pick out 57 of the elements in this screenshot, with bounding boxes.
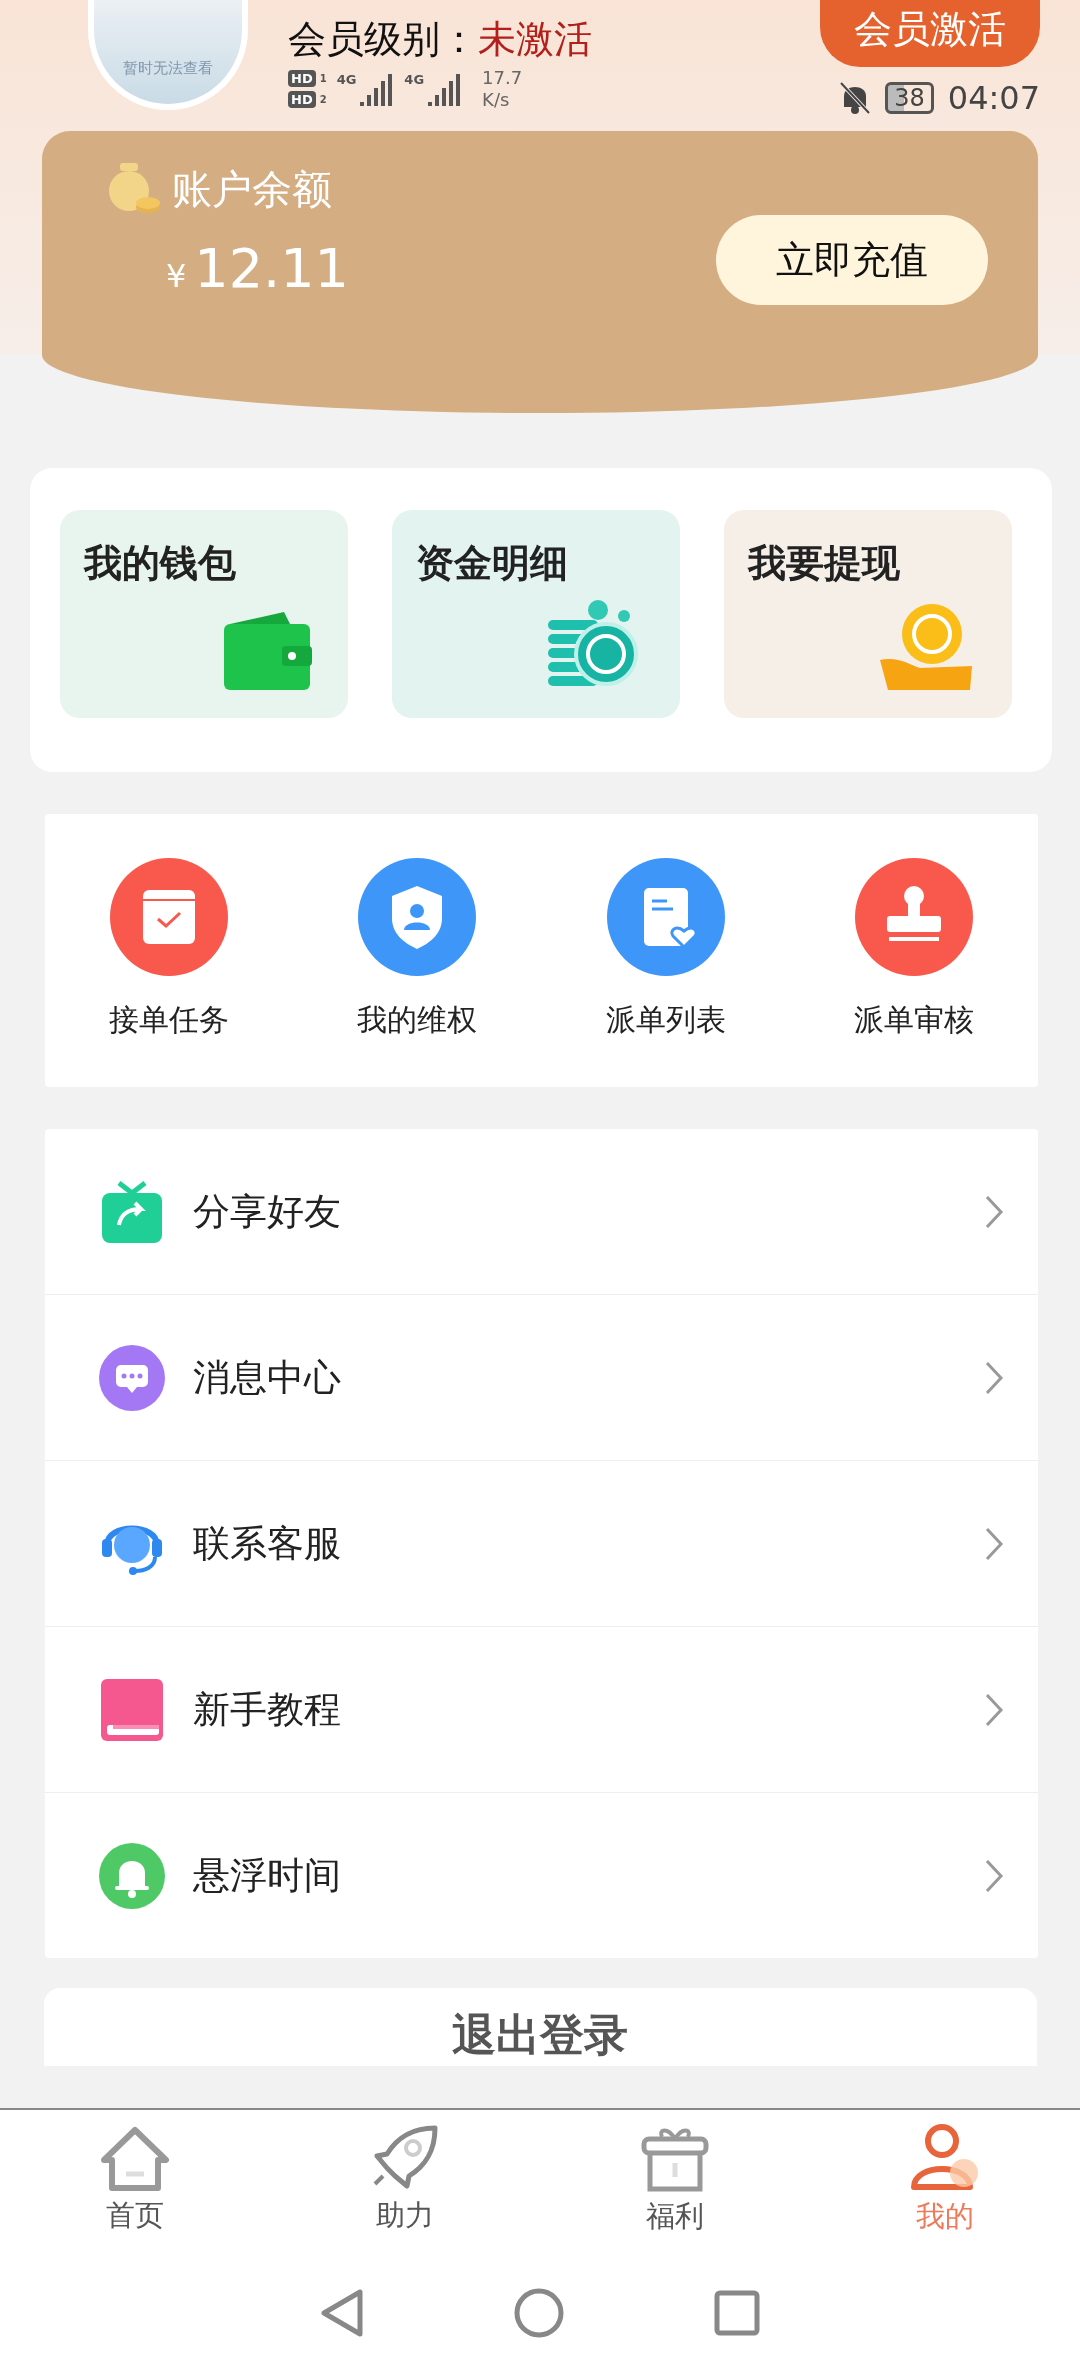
book-icon (99, 1676, 165, 1743)
bell-off-icon (839, 81, 872, 115)
avatar-caption: 暂时无法查看 (123, 59, 213, 78)
wallet-icon (224, 610, 312, 692)
network-type: 4G (404, 72, 425, 87)
back-icon[interactable] (320, 2288, 364, 2338)
service-label[interactable]: 派单列表 (605, 1000, 726, 1041)
tile-label: 资金明细 (416, 541, 568, 585)
chevron-right-icon (984, 1691, 1004, 1728)
recharge-button[interactable]: 立即充值 (716, 215, 988, 305)
chevron-right-icon (984, 1193, 1004, 1230)
user-icon (910, 2123, 980, 2193)
network-speed: 17.7 (482, 67, 523, 89)
home-icon (98, 2124, 172, 2192)
recents-icon[interactable] (714, 2290, 760, 2336)
hd-badge: HD (288, 70, 316, 87)
service-label[interactable]: 派单审核 (853, 1000, 974, 1041)
clock: 04:07 (947, 79, 1040, 117)
hd-badge: HD (288, 91, 316, 108)
currency-sign: ¥ (166, 257, 187, 295)
bell-icon (99, 1842, 165, 1909)
tile-label: 我要提现 (748, 541, 900, 585)
sim-slot: 1 (319, 73, 327, 84)
tile-label: 我的钱包 (84, 541, 236, 585)
balance-amount: 12.11 (194, 237, 349, 300)
menu-item[interactable]: 分享好友 (193, 1186, 956, 1237)
signal-icon (428, 72, 463, 106)
balance-title: 账户余额 (172, 164, 332, 214)
nav-tab[interactable]: 首页 (0, 2110, 270, 2250)
logout-button[interactable]: 退出登录 (43, 1988, 1037, 2066)
nav-tab[interactable]: 助力 (270, 2110, 540, 2250)
battery-level: 38 (885, 82, 934, 114)
chat-bubble-icon (99, 1344, 165, 1411)
member-level: 会员级别：未激活 (288, 16, 592, 63)
menu-item[interactable]: 联系客服 (193, 1518, 956, 1569)
wallet-tile[interactable]: 我要提现 (724, 510, 1012, 718)
menu-item[interactable]: 消息中心 (193, 1352, 956, 1403)
home-circle-icon[interactable] (514, 2288, 564, 2338)
chevron-right-icon (984, 1359, 1004, 1396)
shield-user-icon (358, 858, 477, 976)
nav-tab[interactable]: 福利 (540, 2110, 810, 2250)
menu-item[interactable]: 新手教程 (193, 1684, 956, 1735)
stamp-icon (854, 858, 973, 976)
service-label[interactable]: 接单任务 (109, 1000, 230, 1041)
rocket-icon (371, 2124, 439, 2192)
wallet-tile[interactable]: 资金明细 (392, 510, 680, 718)
sim-slot: 2 (319, 94, 327, 105)
chevron-right-icon (984, 1857, 1004, 1894)
signal-icon (360, 72, 395, 106)
calendar-check-icon (110, 858, 229, 976)
menu-item[interactable]: 悬浮时间 (193, 1850, 956, 1901)
chevron-right-icon (984, 1525, 1004, 1562)
wallet-tile[interactable]: 我的钱包 (60, 510, 348, 718)
service-label[interactable]: 我的维权 (357, 1000, 478, 1041)
speed-unit: K/s (482, 89, 511, 111)
gift-share-icon (99, 1178, 165, 1245)
network-type: 4G (336, 72, 357, 87)
